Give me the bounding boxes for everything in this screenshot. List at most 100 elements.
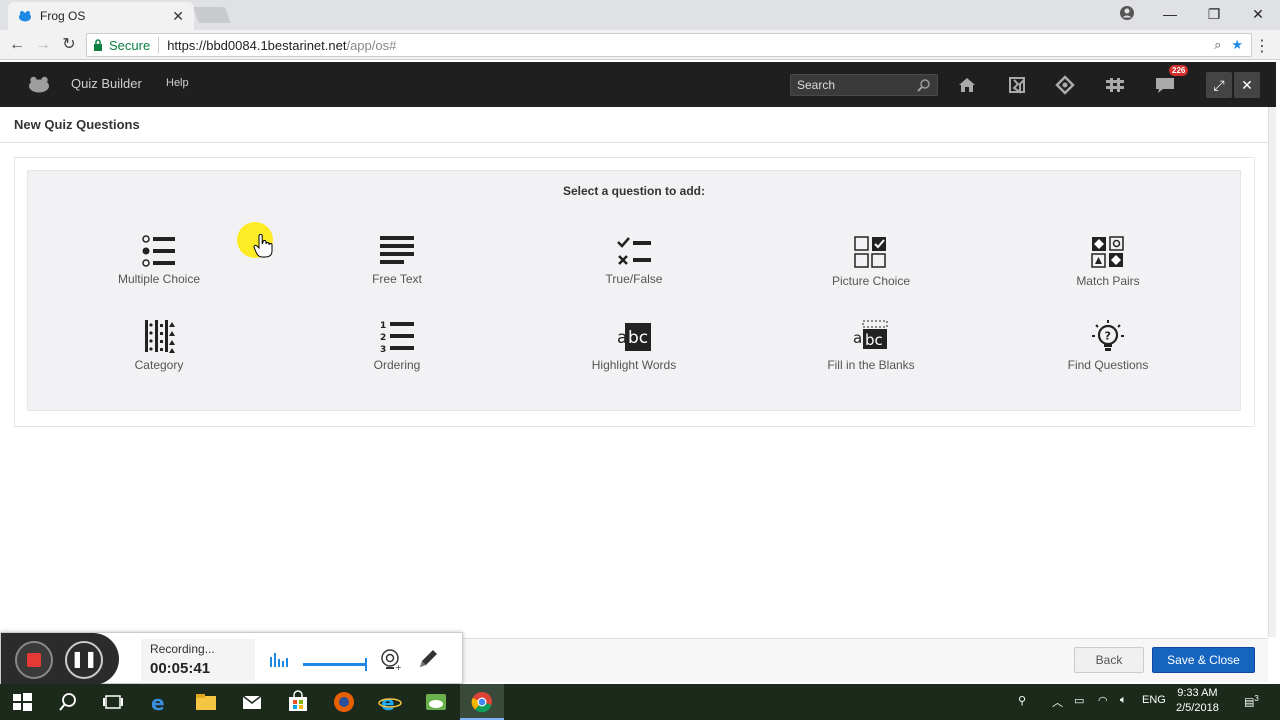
search-input[interactable]: Search [790, 74, 938, 96]
svg-text:a: a [853, 329, 862, 347]
ordering-icon: 1 2 3 [380, 321, 414, 353]
browser-tab-strip: Frog OS ✕ — ❐ ✕ [0, 0, 1280, 30]
tab-close-icon[interactable]: ✕ [172, 8, 184, 25]
save-close-button[interactable]: Save & Close [1152, 647, 1255, 673]
stop-recording-button[interactable] [15, 641, 53, 679]
action-center-icon[interactable]: ▤3 [1244, 694, 1259, 709]
qtype-picture-choice[interactable]: Picture Choice [781, 235, 961, 288]
people-icon[interactable]: ⚲ [1018, 694, 1026, 707]
windows-taskbar: e e ⚲ ︿ ▭ ◠ 🔈︎ ENG 9:33 AM 2/5/2018 ▤3 [0, 684, 1280, 720]
svg-text:e: e [381, 691, 395, 714]
svg-text:bc: bc [865, 331, 883, 349]
qtype-true-false[interactable]: True/False [544, 235, 724, 286]
frog-logo-icon[interactable] [28, 75, 50, 93]
match-pairs-icon [1091, 236, 1124, 268]
pause-recording-button[interactable]: ❚❚ [65, 641, 103, 679]
screen-recorder-widget: ❚❚ Recording... 00:05:41 + [0, 632, 463, 685]
free-text-icon [380, 236, 414, 264]
qtype-label: Fill in the Blanks [827, 358, 915, 372]
svg-text:?: ? [1105, 330, 1111, 343]
question-type-panel: Select a question to add: Multiple Choic… [27, 170, 1241, 411]
svg-text:bc: bc [628, 328, 648, 348]
back-button[interactable]: Back [1074, 647, 1144, 673]
qtype-match-pairs[interactable]: Match Pairs [1018, 235, 1198, 288]
refresh-sync-icon[interactable] [1054, 74, 1076, 96]
windows-start-icon[interactable] [10, 690, 34, 714]
svg-text:3: 3 [380, 345, 386, 353]
restore-icon[interactable]: ❐ [1192, 6, 1236, 23]
battery-icon[interactable]: ▭ [1074, 694, 1084, 707]
action-center-count: 3 [1254, 694, 1259, 703]
profile-icon[interactable] [1118, 4, 1136, 22]
taskbar-search-icon[interactable] [56, 690, 80, 714]
url-field[interactable]: Secure https://bbd0084.1bestarinet.net/a… [86, 33, 1252, 57]
find-questions-icon: ? [1092, 320, 1124, 351]
qtype-highlight-words[interactable]: a bc Highlight Words [544, 319, 724, 372]
recording-state: Recording... [150, 642, 215, 656]
task-view-icon[interactable] [101, 690, 125, 714]
internet-explorer-icon[interactable]: e [378, 690, 402, 714]
close-window-icon[interactable]: ✕ [1236, 6, 1280, 23]
qtype-fill-blanks[interactable]: a bc Fill in the Blanks [781, 319, 961, 372]
browser-menu-icon[interactable]: ⋮ [1254, 36, 1270, 56]
volume-slider[interactable] [303, 658, 367, 671]
mail-icon[interactable] [240, 690, 264, 714]
window-controls: — ❐ ✕ [1148, 0, 1280, 28]
panel-heading: Select a question to add: [562, 184, 706, 198]
svg-text:+: + [395, 663, 402, 671]
recording-status: Recording... 00:05:41 [141, 639, 255, 681]
taskbar-clock[interactable]: 9:33 AM 2/5/2018 [1176, 686, 1219, 716]
qtype-label: Picture Choice [831, 274, 911, 288]
sites-icon[interactable] [1006, 74, 1028, 96]
back-arrow-icon[interactable]: ← [8, 36, 26, 54]
show-hidden-icons[interactable]: ︿ [1052, 694, 1063, 710]
new-tab-button[interactable] [193, 7, 231, 23]
expand-icon[interactable]: ⤢ [1206, 72, 1232, 98]
chrome-taskbar-button[interactable] [460, 684, 504, 720]
frog-app-taskbar-icon[interactable] [424, 690, 448, 714]
qtype-free-text[interactable]: Free Text [307, 235, 487, 286]
fill-blanks-icon: a bc [853, 320, 888, 349]
multiple-choice-icon [142, 235, 175, 267]
zoom-icon[interactable]: ⌕ [1214, 37, 1221, 53]
menu-quiz-builder[interactable]: Quiz Builder [71, 76, 142, 91]
audio-level-icon[interactable] [267, 647, 291, 671]
browser-tab[interactable]: Frog OS ✕ [8, 2, 194, 30]
page-scrollbar[interactable] [1268, 107, 1276, 637]
chrome-icon [471, 692, 492, 713]
svg-text:a: a [617, 328, 627, 348]
store-icon[interactable] [286, 690, 310, 714]
qtype-find-questions[interactable]: ? Find Questions [1018, 319, 1198, 372]
pen-icon[interactable] [416, 647, 440, 671]
input-language[interactable]: ENG [1142, 694, 1166, 706]
qtype-ordering[interactable]: 1 2 3 Ordering [307, 319, 487, 372]
menu-help[interactable]: Help [166, 77, 189, 89]
forward-arrow-icon[interactable]: → [34, 36, 52, 54]
file-explorer-icon[interactable] [194, 690, 218, 714]
bookmark-star-icon[interactable]: ★ [1231, 37, 1243, 53]
qtype-label: Find Questions [1067, 358, 1149, 372]
close-app-icon[interactable]: ✕ [1234, 72, 1260, 98]
qtype-label: Ordering [373, 358, 421, 372]
edge-browser-icon[interactable]: e [148, 690, 172, 714]
hand-cursor-icon [253, 234, 273, 258]
omnibox-divider [158, 37, 160, 53]
webcam-icon[interactable]: + [378, 647, 402, 671]
firefox-icon[interactable] [332, 690, 356, 714]
qtype-label: Highlight Words [591, 358, 677, 372]
qtype-category[interactable]: Category [69, 319, 249, 372]
search-icon[interactable] [917, 78, 931, 92]
wifi-icon[interactable]: ◠ [1098, 694, 1108, 707]
home-icon[interactable] [956, 74, 978, 96]
minimize-icon[interactable]: — [1148, 6, 1192, 22]
volume-icon[interactable]: 🔈︎ [1120, 694, 1127, 707]
reload-icon[interactable]: ↻ [60, 36, 78, 54]
search-placeholder: Search [797, 78, 836, 92]
qtype-label: Category [134, 358, 184, 372]
applications-icon[interactable] [1104, 74, 1126, 96]
clock-date: 2/5/2018 [1176, 702, 1219, 714]
messages-icon[interactable] [1154, 74, 1176, 96]
recorder-controls: ❚❚ [1, 633, 119, 685]
qtype-multiple-choice[interactable]: Multiple Choice [69, 235, 249, 286]
secure-label: Secure [109, 37, 151, 53]
